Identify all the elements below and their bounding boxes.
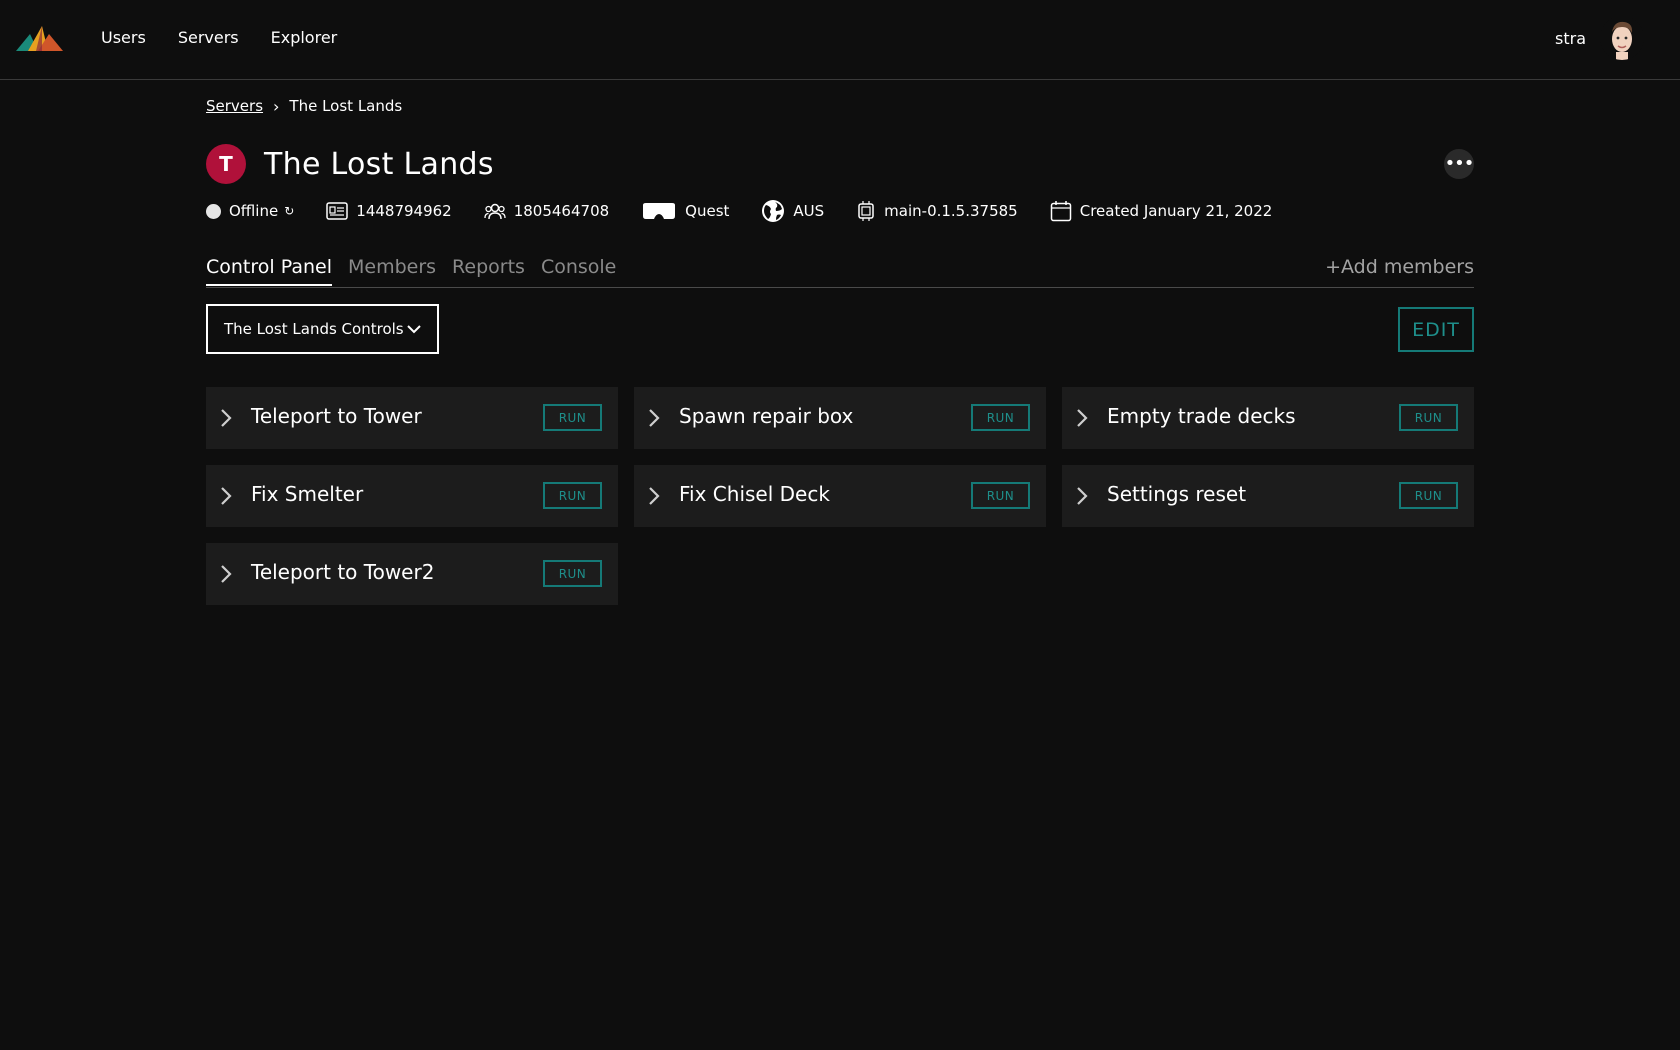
- calendar-icon: [1050, 200, 1072, 222]
- command-label: Teleport to Tower: [251, 404, 422, 428]
- globe-icon: [761, 199, 785, 223]
- status-item: Offline ↻: [206, 202, 294, 220]
- command-label: Teleport to Tower2: [251, 560, 435, 584]
- chevron-right-icon[interactable]: [1076, 486, 1088, 510]
- platform-text: Quest: [685, 202, 730, 220]
- command-label: Fix Smelter: [251, 482, 364, 506]
- users-group-icon: [484, 202, 506, 220]
- command-card[interactable]: Fix Chisel Deck RUN: [634, 465, 1046, 527]
- top-navbar: Users Servers Explorer stra: [0, 0, 1680, 80]
- status-text: Offline: [229, 202, 279, 220]
- page-title: The Lost Lands: [264, 146, 494, 182]
- tabs-bar: Control Panel Members Reports Console +A…: [206, 256, 1474, 288]
- server-meta: Offline ↻ 1448794962 1805464708 Quest AU…: [206, 199, 1474, 223]
- chevron-right-icon[interactable]: [1076, 408, 1088, 432]
- chevron-right-icon[interactable]: [220, 408, 232, 432]
- chevron-right-icon[interactable]: [648, 408, 660, 432]
- nav-link-servers[interactable]: Servers: [178, 28, 239, 47]
- tab-control-panel[interactable]: Control Panel: [206, 256, 332, 286]
- tab-console[interactable]: Console: [541, 256, 616, 286]
- platform-item: Quest: [641, 202, 729, 220]
- user-avatar-icon[interactable]: [1600, 16, 1644, 60]
- breadcrumb-servers-link[interactable]: Servers: [206, 97, 263, 115]
- server-id-item: 1448794962: [326, 202, 452, 220]
- chevron-right-icon[interactable]: [648, 486, 660, 510]
- version-item: main-0.1.5.37585: [856, 201, 1018, 221]
- main-content: Servers › The Lost Lands T The Lost Land…: [206, 96, 1474, 605]
- run-button[interactable]: RUN: [971, 404, 1030, 431]
- command-label: Fix Chisel Deck: [679, 482, 830, 506]
- command-card[interactable]: Fix Smelter RUN: [206, 465, 618, 527]
- region-text: AUS: [793, 202, 825, 220]
- controls-dropdown[interactable]: The Lost Lands Controls: [206, 304, 439, 354]
- group-id-item: 1805464708: [484, 202, 609, 220]
- server-id: 1448794962: [356, 202, 452, 220]
- main-nav: Users Servers Explorer: [101, 28, 337, 47]
- command-label: Settings reset: [1107, 482, 1247, 506]
- username[interactable]: stra: [1555, 29, 1586, 48]
- chip-icon: [856, 201, 876, 221]
- group-id: 1805464708: [513, 202, 610, 220]
- server-header: T The Lost Lands •••: [206, 143, 1474, 185]
- command-card[interactable]: Teleport to Tower RUN: [206, 387, 618, 449]
- chevron-down-icon: [407, 320, 421, 338]
- nav-link-users[interactable]: Users: [101, 28, 146, 47]
- breadcrumb: Servers › The Lost Lands: [206, 96, 1474, 116]
- command-card[interactable]: Empty trade decks RUN: [1062, 387, 1474, 449]
- command-label: Spawn repair box: [679, 404, 854, 428]
- tab-members[interactable]: Members: [348, 256, 436, 286]
- run-button[interactable]: RUN: [1399, 404, 1458, 431]
- add-members-button[interactable]: +Add members: [1325, 256, 1474, 278]
- command-card[interactable]: Teleport to Tower2 RUN: [206, 543, 618, 605]
- vr-headset-icon: [641, 202, 677, 220]
- server-initial-badge: T: [206, 144, 246, 184]
- tab-list: Control Panel Members Reports Console: [206, 256, 1474, 286]
- mountain-logo-icon[interactable]: [16, 24, 64, 56]
- run-button[interactable]: RUN: [543, 560, 602, 587]
- tab-reports[interactable]: Reports: [452, 256, 525, 286]
- ellipsis-icon[interactable]: •••: [1444, 149, 1474, 179]
- nav-link-explorer[interactable]: Explorer: [271, 28, 338, 47]
- chevron-right-icon: ›: [273, 96, 280, 116]
- command-card[interactable]: Settings reset RUN: [1062, 465, 1474, 527]
- chevron-right-icon[interactable]: [220, 564, 232, 588]
- run-button[interactable]: RUN: [1399, 482, 1458, 509]
- created-text: Created January 21, 2022: [1079, 202, 1273, 220]
- chevron-right-icon[interactable]: [220, 486, 232, 510]
- status-dot-icon: [206, 203, 221, 219]
- command-label: Empty trade decks: [1107, 404, 1296, 428]
- controls-dropdown-value: The Lost Lands Controls: [224, 320, 404, 338]
- command-grid: Teleport to Tower RUN Spawn repair box R…: [206, 387, 1474, 605]
- command-card[interactable]: Spawn repair box RUN: [634, 387, 1046, 449]
- user-menu[interactable]: stra: [1555, 16, 1644, 60]
- refresh-icon[interactable]: ↻: [284, 204, 294, 218]
- edit-button[interactable]: EDIT: [1398, 307, 1474, 352]
- run-button[interactable]: RUN: [543, 482, 602, 509]
- version-text: main-0.1.5.37585: [884, 202, 1018, 220]
- run-button[interactable]: RUN: [543, 404, 602, 431]
- run-button[interactable]: RUN: [971, 482, 1030, 509]
- breadcrumb-current: The Lost Lands: [289, 97, 403, 115]
- region-item: AUS: [761, 199, 824, 223]
- created-item: Created January 21, 2022: [1050, 200, 1273, 222]
- controls-toolbar: The Lost Lands Controls EDIT: [206, 304, 1474, 354]
- id-card-icon: [326, 202, 349, 220]
